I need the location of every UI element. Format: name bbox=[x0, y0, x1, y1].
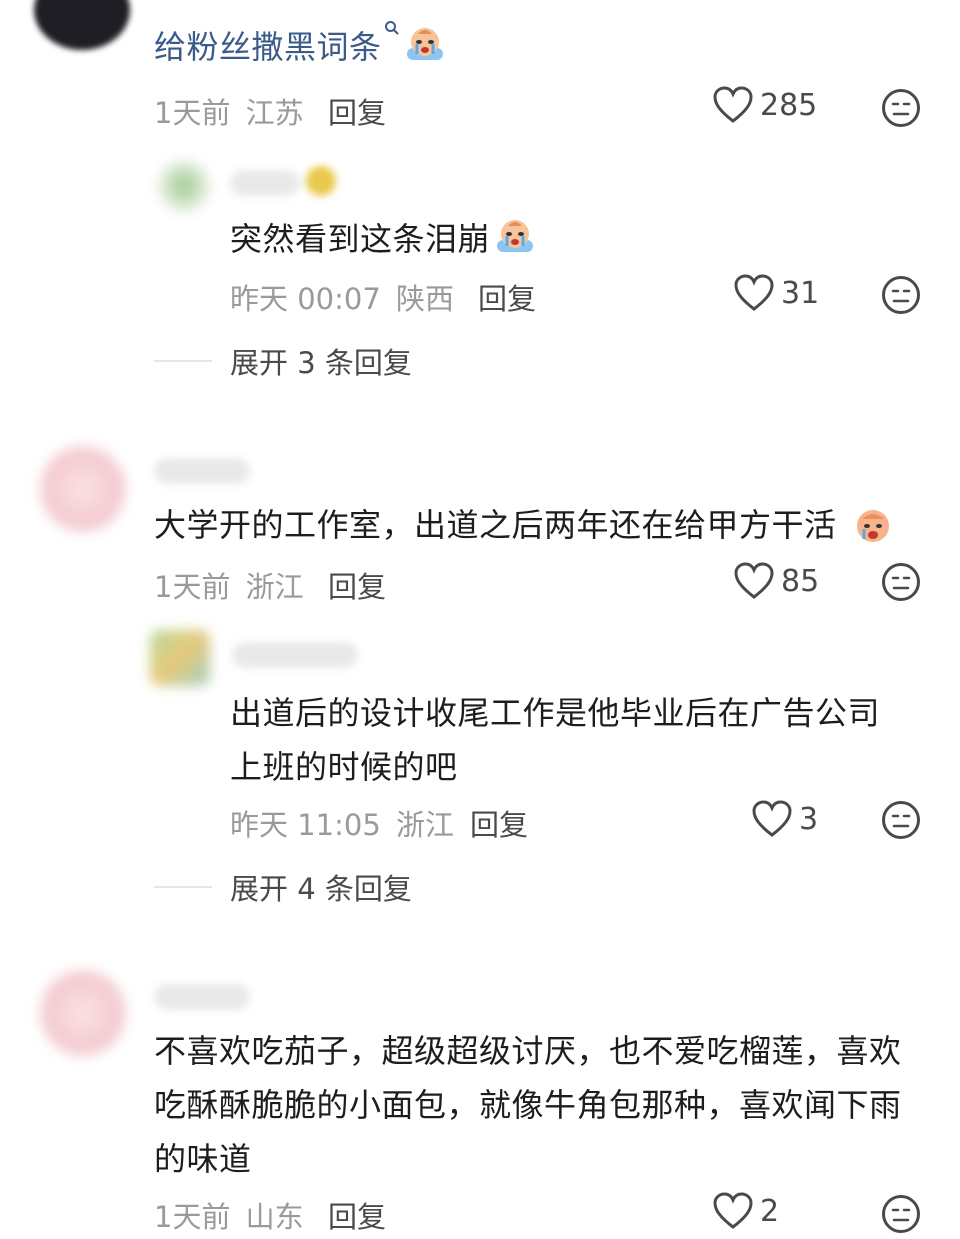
divider bbox=[154, 886, 212, 888]
heart-outline-icon bbox=[734, 562, 774, 599]
reply-meta: 昨天 11:05 浙江 bbox=[230, 802, 454, 844]
comment-text-line: 的味道 bbox=[154, 1140, 252, 1178]
heart-outline-icon bbox=[713, 1192, 753, 1229]
reply-username[interactable] bbox=[230, 170, 300, 196]
like-button[interactable]: 285 bbox=[712, 86, 817, 124]
username[interactable] bbox=[154, 458, 250, 484]
comment-date: 1天前 bbox=[154, 96, 231, 130]
neutral-face-icon[interactable] bbox=[881, 562, 921, 602]
comment-text-line: 吃酥酥脆脆的小面包，就像牛角包那种，喜欢闻下雨 bbox=[154, 1086, 902, 1124]
comment-location: 江苏 bbox=[245, 96, 304, 130]
reply-button[interactable]: 回复 bbox=[478, 276, 536, 318]
comment-text: 大学开的工作室，出道之后两年还在给甲方干活 bbox=[154, 506, 837, 544]
reply-text: 出道后的设计收尾工作是他毕业后在广告公司 上班的时候的吧 bbox=[230, 686, 880, 794]
reply-text-line: 上班的时候的吧 bbox=[230, 748, 458, 786]
badge-icon bbox=[306, 166, 336, 196]
reply-button[interactable]: 回复 bbox=[470, 802, 528, 844]
like-button[interactable]: 3 bbox=[751, 800, 818, 838]
like-count: 285 bbox=[760, 87, 818, 123]
neutral-face-icon[interactable] bbox=[881, 275, 921, 315]
heart-outline-icon bbox=[734, 274, 774, 311]
avatar[interactable] bbox=[40, 970, 126, 1056]
expand-label: 展开 4 条回复 bbox=[230, 872, 412, 906]
like-button[interactable]: 85 bbox=[733, 562, 819, 600]
comment-meta: 1天前 山东 bbox=[154, 1194, 304, 1236]
like-count: 2 bbox=[760, 1193, 780, 1229]
reply-location: 陕西 bbox=[396, 282, 455, 316]
reply-button[interactable]: 回复 bbox=[328, 90, 386, 132]
search-keyword-link[interactable]: 给粉丝撒黑词条 bbox=[154, 21, 400, 66]
reply-location: 浙江 bbox=[396, 808, 455, 842]
like-count: 31 bbox=[781, 275, 820, 311]
like-count: 85 bbox=[781, 563, 820, 599]
neutral-face-icon[interactable] bbox=[881, 800, 921, 840]
comment-location: 浙江 bbox=[245, 570, 304, 604]
reply-date: 昨天 11:05 bbox=[230, 808, 381, 842]
comment-meta: 1天前 江苏 bbox=[154, 90, 304, 132]
reply-date: 昨天 00:07 bbox=[230, 282, 381, 316]
like-button[interactable]: 2 bbox=[712, 1192, 779, 1230]
comment-text: 给粉丝撒黑词条 bbox=[154, 20, 446, 74]
neutral-face-icon[interactable] bbox=[881, 1194, 921, 1234]
username[interactable] bbox=[154, 984, 250, 1010]
reply-avatar[interactable] bbox=[158, 160, 210, 212]
crying-emoji-icon bbox=[406, 28, 443, 60]
reply-username[interactable] bbox=[232, 642, 358, 668]
reply-text-line: 出道后的设计收尾工作是他毕业后在广告公司 bbox=[230, 694, 881, 732]
reply-meta: 昨天 00:07 陕西 bbox=[230, 276, 454, 318]
like-button[interactable]: 31 bbox=[733, 274, 819, 312]
heart-outline-icon bbox=[713, 86, 753, 123]
divider bbox=[154, 360, 212, 362]
comment-text: 不喜欢吃茄子，超级超级讨厌，也不爱吃榴莲，喜欢 吃酥酥脆脆的小面包，就像牛角包那… bbox=[154, 1024, 902, 1186]
comment-date: 1天前 bbox=[154, 1200, 231, 1234]
reply-button[interactable]: 回复 bbox=[328, 564, 386, 606]
reply-avatar[interactable] bbox=[150, 630, 210, 686]
comment-location: 山东 bbox=[245, 1200, 304, 1234]
expand-replies-button[interactable]: 展开 3 条回复 bbox=[154, 340, 412, 382]
reply-text: 突然看到这条泪崩 bbox=[230, 212, 536, 266]
heart-outline-icon bbox=[752, 800, 792, 837]
expand-replies-button[interactable]: 展开 4 条回复 bbox=[154, 866, 412, 908]
search-icon bbox=[384, 21, 399, 35]
like-count: 3 bbox=[799, 801, 819, 837]
comment-meta: 1天前 浙江 bbox=[154, 564, 304, 606]
crying-emoji-icon bbox=[497, 220, 534, 252]
expand-label: 展开 3 条回复 bbox=[230, 346, 412, 380]
comment-date: 1天前 bbox=[154, 570, 231, 604]
comment-text-line: 不喜欢吃茄子，超级超级讨厌，也不爱吃榴莲，喜欢 bbox=[154, 1032, 902, 1070]
avatar[interactable] bbox=[34, 0, 130, 50]
crying-emoji-icon bbox=[857, 510, 889, 542]
avatar[interactable] bbox=[40, 446, 126, 532]
reply-button[interactable]: 回复 bbox=[328, 1194, 386, 1236]
neutral-face-icon[interactable] bbox=[881, 88, 921, 128]
